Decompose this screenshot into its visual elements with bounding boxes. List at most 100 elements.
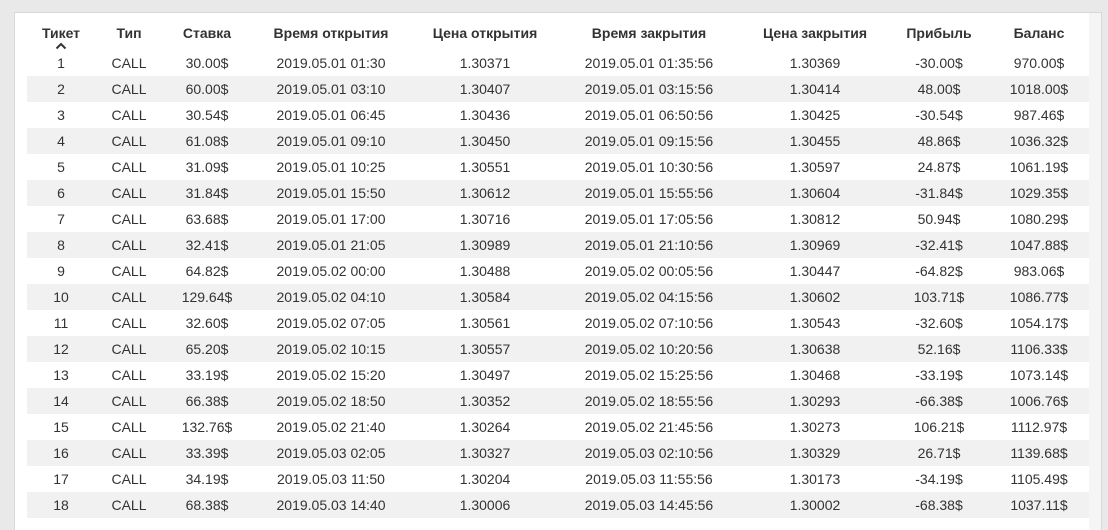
cell-close-price: 1.30602 [789, 289, 841, 305]
cell-stake: 66.38$ [185, 393, 229, 409]
cell-close-time: 2019.05.01 06:50:56 [584, 107, 714, 123]
column-header-open-price[interactable]: Цена открытия [411, 13, 559, 50]
cell-balance: 983.06$ [1013, 263, 1065, 279]
cell-type: CALL [111, 55, 147, 71]
cell-ticket: 15 [53, 419, 69, 435]
cell-balance: 1086.77$ [1009, 289, 1069, 305]
column-header-label: Тип [116, 25, 142, 41]
column-header-profit[interactable]: Прибыль [891, 13, 987, 50]
cell-profit: 24.87$ [917, 159, 961, 175]
cell-ticket: 8 [57, 237, 65, 253]
table-row: 13 CALL 33.19$ 2019.05.02 15:20 1.30497 2019.… [27, 362, 1091, 388]
table-row: 2 CALL 60.00$ 2019.05.01 03:10 1.30407 2019.0… [27, 76, 1091, 102]
column-header-label: Время открытия [273, 25, 389, 41]
cell-close-price: 1.30543 [789, 315, 841, 331]
cell-close-time: 2019.05.02 21:45:56 [584, 419, 714, 435]
cell-open-time: 2019.05.02 07:05 [276, 315, 386, 331]
cell-profit: -32.41$ [915, 237, 963, 253]
vertical-scrollbar[interactable] [1089, 13, 1101, 530]
table-row: 1 CALL 30.00$ 2019.05.01 01:30 1.30371 2019.0… [27, 50, 1091, 76]
cell-close-price: 1.30369 [789, 55, 841, 71]
column-header-label: Баланс [1013, 25, 1065, 41]
cell-balance: 1105.49$ [1010, 471, 1068, 487]
column-header-stake[interactable]: Ставка [163, 13, 251, 50]
trades-table: Тикет Тип Ставка Время открытия Цена открыти… [27, 13, 1091, 518]
cell-balance: 1047.88$ [1009, 237, 1069, 253]
column-header-label: Тикет [41, 25, 81, 41]
cell-open-price: 1.30557 [459, 341, 511, 357]
trades-table-scroll-area[interactable]: Тикет Тип Ставка Время открытия Цена открыти… [15, 13, 1091, 530]
column-header-open-time[interactable]: Время открытия [251, 13, 411, 50]
cell-open-time: 2019.05.01 10:25 [276, 159, 386, 175]
cell-close-time: 2019.05.02 10:20:56 [584, 341, 714, 357]
cell-ticket: 18 [53, 497, 69, 513]
cell-close-price: 1.30293 [789, 393, 841, 409]
cell-open-price: 1.30371 [459, 55, 511, 71]
cell-close-price: 1.30969 [789, 237, 841, 253]
table-row: 7 CALL 63.68$ 2019.05.01 17:00 1.30716 2019.0… [27, 206, 1091, 232]
cell-stake: 34.19$ [185, 471, 229, 487]
cell-ticket: 10 [53, 289, 69, 305]
column-header-label: Прибыль [906, 25, 972, 41]
header-row: Тикет Тип Ставка Время открытия Цена открыти… [27, 13, 1091, 50]
cell-profit: 26.71$ [917, 445, 961, 461]
table-row: 5 CALL 31.09$ 2019.05.01 10:25 1.30551 2019.0… [27, 154, 1091, 180]
cell-open-price: 1.30327 [459, 445, 511, 461]
column-header-balance[interactable]: Баланс [987, 13, 1091, 50]
cell-profit: -66.38$ [915, 393, 963, 409]
cell-balance: 1029.35$ [1009, 185, 1069, 201]
cell-balance: 987.46$ [1013, 107, 1065, 123]
cell-open-time: 2019.05.02 15:20 [276, 367, 386, 383]
cell-open-time: 2019.05.01 01:30 [276, 55, 386, 71]
cell-stake: 33.39$ [185, 445, 229, 461]
cell-ticket: 6 [57, 185, 65, 201]
cell-balance: 1018.00$ [1009, 81, 1069, 97]
cell-balance: 1054.17$ [1009, 315, 1069, 331]
column-header-type[interactable]: Тип [95, 13, 163, 50]
cell-type: CALL [111, 471, 147, 487]
cell-close-price: 1.30414 [789, 81, 841, 97]
trades-panel: Тикет Тип Ставка Время открытия Цена открыти… [14, 12, 1102, 530]
cell-close-price: 1.30638 [789, 341, 841, 357]
cell-type: CALL [111, 133, 147, 149]
cell-balance: 1112.97$ [1010, 419, 1068, 435]
cell-stake: 68.38$ [185, 497, 229, 513]
cell-open-price: 1.30488 [459, 263, 511, 279]
cell-close-price: 1.30273 [789, 419, 841, 435]
cell-balance: 1037.11$ [1010, 497, 1068, 513]
cell-stake: 30.54$ [185, 107, 229, 123]
column-header-ticket[interactable]: Тикет [27, 13, 95, 50]
cell-open-price: 1.30584 [459, 289, 511, 305]
cell-close-time: 2019.05.02 04:15:56 [584, 289, 714, 305]
cell-open-price: 1.30716 [459, 211, 511, 227]
cell-profit: -68.38$ [915, 497, 963, 513]
table-row: 3 CALL 30.54$ 2019.05.01 06:45 1.30436 2019.0… [27, 102, 1091, 128]
cell-ticket: 12 [53, 341, 69, 357]
cell-type: CALL [111, 289, 147, 305]
cell-type: CALL [111, 263, 147, 279]
cell-close-time: 2019.05.01 03:15:56 [584, 81, 714, 97]
cell-close-time: 2019.05.01 10:30:56 [584, 159, 714, 175]
cell-profit: -30.00$ [915, 55, 963, 71]
column-header-close-price[interactable]: Цена закрытия [739, 13, 891, 50]
cell-open-time: 2019.05.01 06:45 [276, 107, 386, 123]
cell-open-price: 1.30551 [459, 159, 511, 175]
cell-close-time: 2019.05.01 15:55:56 [584, 185, 714, 201]
column-header-close-time[interactable]: Время закрытия [559, 13, 739, 50]
column-header-label: Цена закрытия [762, 25, 868, 41]
table-row: 9 CALL 64.82$ 2019.05.02 00:00 1.30488 2019.0… [27, 258, 1091, 284]
cell-open-price: 1.30561 [459, 315, 511, 331]
cell-close-time: 2019.05.02 18:55:56 [584, 393, 714, 409]
cell-stake: 63.68$ [185, 211, 229, 227]
table-body: 1 CALL 30.00$ 2019.05.01 01:30 1.30371 2019.0… [27, 50, 1091, 518]
cell-type: CALL [111, 341, 147, 357]
cell-ticket: 2 [57, 81, 65, 97]
cell-close-price: 1.30597 [789, 159, 841, 175]
cell-close-price: 1.30604 [789, 185, 841, 201]
cell-ticket: 13 [53, 367, 69, 383]
table-row: 16 CALL 33.39$ 2019.05.03 02:05 1.30327 2019.… [27, 440, 1091, 466]
table-row: 18 CALL 68.38$ 2019.05.03 14:40 1.30006 2019.… [27, 492, 1091, 518]
cell-close-price: 1.30447 [789, 263, 841, 279]
cell-open-price: 1.30612 [459, 185, 511, 201]
cell-close-time: 2019.05.03 02:10:56 [584, 445, 714, 461]
